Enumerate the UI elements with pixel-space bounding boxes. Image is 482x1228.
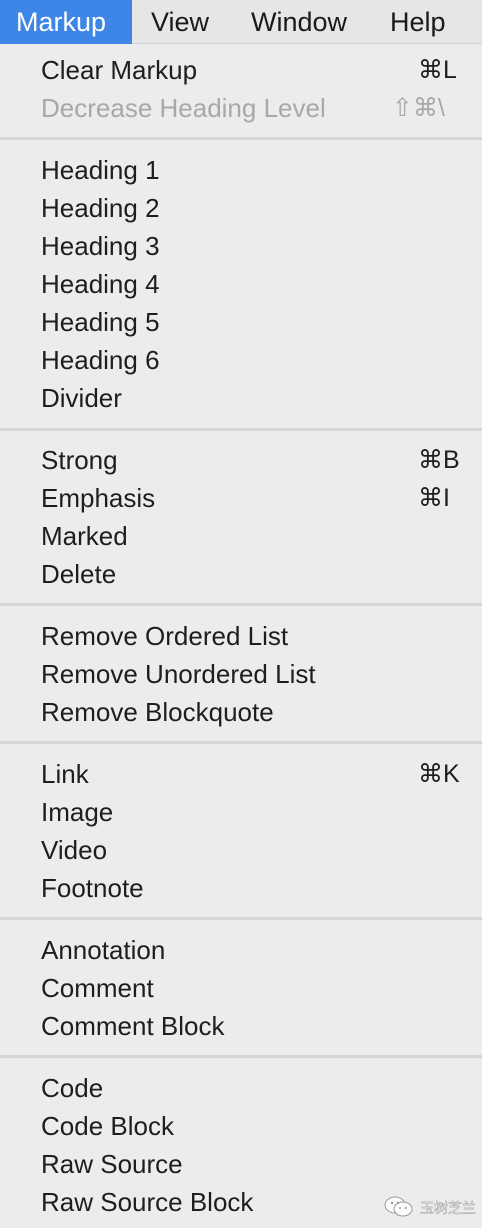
- menu-separator: [0, 137, 482, 140]
- menu-separator: [0, 741, 482, 744]
- menu-item-label: Remove Blockquote: [41, 697, 274, 727]
- menu-item-video[interactable]: Video: [0, 831, 482, 869]
- menubar-window[interactable]: Window: [251, 0, 347, 44]
- menu-item-decrease-heading-level: Decrease Heading Level ⇧⌘\: [0, 89, 482, 127]
- menu-item-heading-6[interactable]: Heading 6: [0, 341, 482, 379]
- watermark-text: 玉树芝兰: [420, 1201, 476, 1217]
- menu-item-shortcut: ⌘I: [418, 484, 450, 512]
- menu-item-comment-block[interactable]: Comment Block: [0, 1007, 482, 1045]
- menu-item-label: Heading 2: [41, 193, 160, 223]
- wechat-icon: [384, 1195, 414, 1219]
- menu-item-code[interactable]: Code: [0, 1069, 482, 1107]
- menu-separator: [0, 917, 482, 920]
- menu-item-delete[interactable]: Delete: [0, 555, 482, 593]
- menu-item-label: Comment Block: [41, 1011, 225, 1041]
- menu-item-shortcut: ⇧⌘\: [392, 94, 445, 122]
- menubar-markup[interactable]: Markup: [0, 0, 132, 44]
- menu-item-label: Raw Source Block: [41, 1187, 254, 1217]
- menu-item-raw-source[interactable]: Raw Source: [0, 1145, 482, 1183]
- menu-item-label: Footnote: [41, 873, 144, 903]
- menu-item-heading-1[interactable]: Heading 1: [0, 151, 482, 189]
- menu-item-footnote[interactable]: Footnote: [0, 869, 482, 907]
- menu-item-code-block[interactable]: Code Block: [0, 1107, 482, 1145]
- menu-item-remove-blockquote[interactable]: Remove Blockquote: [0, 693, 482, 731]
- menu-item-strong[interactable]: Strong ⌘B: [0, 441, 482, 479]
- markup-dropdown-menu: Clear Markup ⌘L Decrease Heading Level ⇧…: [0, 44, 482, 1228]
- menu-item-label: Strong: [41, 445, 118, 475]
- menu-item-label: Decrease Heading Level: [41, 93, 326, 123]
- menu-item-label: Delete: [41, 559, 117, 589]
- menu-item-label: Annotation: [41, 935, 166, 965]
- menu-item-image[interactable]: Image: [0, 793, 482, 831]
- menu-item-label: Marked: [41, 521, 128, 551]
- menu-item-label: Heading 5: [41, 307, 160, 337]
- menu-bar: Markup View Window Help: [0, 0, 482, 44]
- menubar-help[interactable]: Help: [390, 0, 446, 44]
- menu-item-annotation[interactable]: Annotation: [0, 931, 482, 969]
- menu-item-heading-2[interactable]: Heading 2: [0, 189, 482, 227]
- menu-item-label: Link: [41, 759, 89, 789]
- menu-item-remove-unordered-list[interactable]: Remove Unordered List: [0, 655, 482, 693]
- menu-item-label: Video: [41, 835, 108, 865]
- menu-item-label: Code Block: [41, 1111, 174, 1141]
- menu-item-marked[interactable]: Marked: [0, 517, 482, 555]
- menu-item-emphasis[interactable]: Emphasis ⌘I: [0, 479, 482, 517]
- menu-item-label: Clear Markup: [41, 55, 198, 85]
- menu-item-label: Remove Unordered List: [41, 659, 316, 689]
- menu-item-shortcut: ⌘B: [418, 446, 460, 474]
- menu-item-heading-5[interactable]: Heading 5: [0, 303, 482, 341]
- menu-item-divider[interactable]: Divider: [0, 379, 482, 417]
- menu-item-label: Remove Ordered List: [41, 621, 289, 651]
- menu-item-label: Raw Source: [41, 1149, 183, 1179]
- menu-item-link[interactable]: Link ⌘K: [0, 755, 482, 793]
- menu-item-heading-3[interactable]: Heading 3: [0, 227, 482, 265]
- menu-item-heading-4[interactable]: Heading 4: [0, 265, 482, 303]
- menu-item-label: Image: [41, 797, 114, 827]
- menu-item-label: Comment: [41, 973, 154, 1003]
- menu-separator: [0, 603, 482, 606]
- watermark: 玉树芝兰: [384, 1192, 480, 1222]
- menu-item-remove-ordered-list[interactable]: Remove Ordered List: [0, 617, 482, 655]
- svg-text:玉树芝兰: 玉树芝兰: [420, 1201, 476, 1217]
- menu-separator: [0, 428, 482, 431]
- menu-item-label: Heading 4: [41, 269, 160, 299]
- menu-item-clear-markup[interactable]: Clear Markup ⌘L: [0, 51, 482, 89]
- menu-item-shortcut: ⌘L: [418, 56, 457, 84]
- menu-item-label: Divider: [41, 383, 122, 413]
- menu-item-label: Heading 1: [41, 155, 160, 185]
- menubar-view[interactable]: View: [151, 0, 209, 44]
- menu-item-label: Code: [41, 1073, 104, 1103]
- menu-item-shortcut: ⌘K: [418, 760, 460, 788]
- menu-item-label: Heading 3: [41, 231, 160, 261]
- menu-item-label: Heading 6: [41, 345, 160, 375]
- menu-item-comment[interactable]: Comment: [0, 969, 482, 1007]
- menu-item-label: Emphasis: [41, 483, 156, 513]
- menu-separator: [0, 1055, 482, 1058]
